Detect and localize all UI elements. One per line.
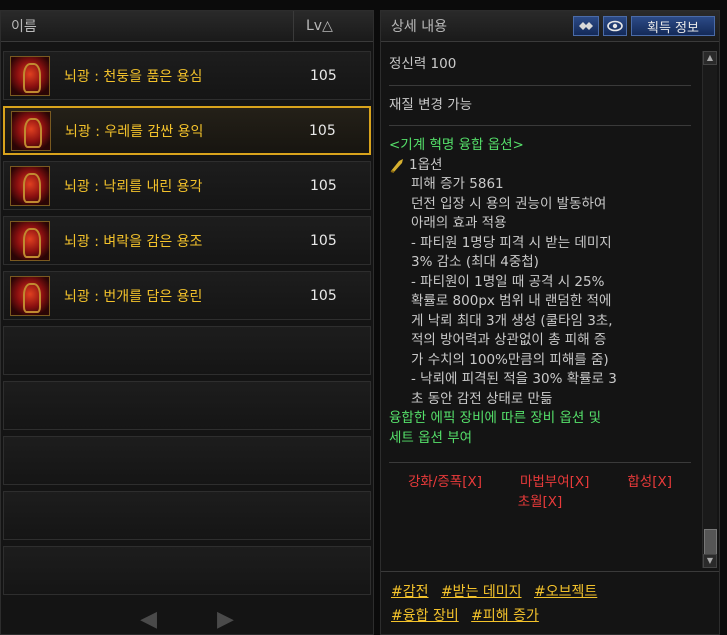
scroll-up-icon[interactable]: ▲ [703, 51, 717, 65]
eye-icon[interactable] [603, 16, 627, 36]
option-brush-icon [389, 157, 407, 174]
option-line: - 파티원 1명당 피격 시 받는 데미지 [411, 234, 612, 251]
enchant-restriction: 마법부여[X] [519, 474, 590, 490]
tag-link[interactable]: #감전 [391, 584, 429, 600]
item-thumbnail [10, 55, 50, 96]
item-name: 뇌광 : 우레를 감싼 용익 [65, 123, 204, 140]
list-item[interactable]: 뇌광 : 벼락을 감은 용조 105 [3, 216, 371, 265]
scroll-down-icon[interactable]: ▼ [703, 554, 717, 568]
tag-list: #감전 #받는 데미지 #오브젝트 #융합 장비 #피해 증가 [391, 580, 711, 628]
list-item[interactable]: 뇌광 : 천둥을 품은 용심 105 [3, 51, 371, 100]
divider [381, 571, 719, 572]
empty-slot [3, 546, 371, 595]
column-level-header[interactable]: Lv△ [293, 11, 373, 41]
transcend-restriction: 초월[X] [517, 493, 563, 510]
item-level: 105 [309, 122, 336, 139]
item-name: 뇌광 : 낙뢰를 내린 용각 [64, 178, 203, 195]
option-line: 3% 감소 (최대 4중첩) [411, 254, 539, 270]
option-line: - 낙뢰에 피격된 적을 30% 확률로 3 [411, 371, 617, 387]
empty-slot [3, 491, 371, 540]
item-level: 105 [310, 177, 337, 194]
pagination: ◀ ▶ [1, 607, 373, 632]
tag-link[interactable]: #오브젝트 [534, 584, 597, 600]
item-name: 뇌광 : 벼락을 감은 용조 [64, 233, 203, 250]
fusion-note: 융합한 에픽 장비에 따른 장비 옵션 및 [389, 410, 602, 426]
restriction-row: 강화/증폭[X] 마법부여[X] 합성[X] [389, 473, 691, 493]
empty-slot [3, 436, 371, 485]
prev-page-arrow-icon[interactable]: ◀ [140, 607, 157, 632]
list-item[interactable]: 뇌광 : 번개를 담은 용린 105 [3, 271, 371, 320]
item-list-panel: 이름 Lv△ 뇌광 : 천둥을 품은 용심 105 뇌광 : 우레를 감싼 용익… [0, 10, 374, 635]
option-line: 아래의 효과 적용 [411, 215, 507, 231]
option-line: 게 낙뢰 최대 3개 생성 (쿨타임 3초, [411, 312, 613, 329]
item-level: 105 [310, 232, 337, 249]
detail-scrollbar[interactable]: ▲ ▼ [702, 51, 717, 568]
column-name-header[interactable]: 이름 [1, 16, 293, 36]
list-header: 이름 Lv△ [1, 11, 373, 42]
item-list: 뇌광 : 천둥을 품은 용심 105 뇌광 : 우레를 감싼 용익 105 뇌광… [3, 51, 371, 601]
material-text: 재질 변경 가능 [389, 96, 473, 113]
option-title-row: 1옵션 [389, 156, 691, 176]
divider [389, 84, 691, 86]
fusion-header: <기계 혁명 융합 옵션> [389, 137, 524, 153]
item-level: 105 [310, 287, 337, 304]
item-thumbnail [10, 220, 50, 261]
detail-title: 상세 내용 [391, 19, 447, 35]
next-page-arrow-icon[interactable]: ▶ [217, 607, 234, 632]
detail-content: 정신력 100 재질 변경 가능 <기계 혁명 융합 옵션> 1옵션 피해 증가… [389, 51, 691, 564]
option-line: - 파티원이 1명일 때 공격 시 25% [411, 273, 605, 290]
item-name: 뇌광 : 번개를 담은 용린 [64, 288, 203, 305]
detail-panel: 상세 내용 획득 정보 정신력 100 재질 변경 가능 <기계 혁명 융합 옵… [380, 10, 720, 635]
item-thumbnail [10, 275, 50, 316]
detail-header: 상세 내용 획득 정보 [381, 11, 719, 42]
empty-slot [3, 326, 371, 375]
option-line: 초 동안 감전 상태로 만듦 [411, 390, 553, 407]
fusion-note: 세트 옵션 부여 [389, 429, 473, 446]
option-line: 적의 방어력과 상관없이 총 피해 증 [411, 332, 607, 348]
enhance-restriction: 강화/증폭[X] [407, 474, 482, 490]
compare-icon[interactable] [573, 16, 599, 36]
option-line: 가 수치의 100%만큼의 피해를 줌) [411, 351, 609, 368]
divider [389, 462, 691, 463]
list-item-selected[interactable]: 뇌광 : 우레를 감싼 용익 105 [3, 106, 371, 155]
acquire-info-button[interactable]: 획득 정보 [631, 16, 715, 36]
restriction-row-2: 초월[X] [389, 493, 691, 513]
item-name: 뇌광 : 천둥을 품은 용심 [64, 68, 203, 85]
option-line: 던전 입장 시 용의 권능이 발동하여 [411, 195, 607, 212]
option-title: 1옵션 [409, 156, 443, 173]
option-line: 피해 증가 5861 [411, 176, 504, 192]
item-level: 105 [310, 67, 337, 84]
tag-link[interactable]: #받는 데미지 [441, 584, 522, 600]
tag-link[interactable]: #융합 장비 [391, 608, 459, 624]
synth-restriction: 합성[X] [627, 474, 672, 490]
divider [389, 125, 691, 126]
option-line: 확률로 800px 범위 내 랜덤한 적에 [411, 293, 612, 309]
list-item[interactable]: 뇌광 : 낙뢰를 내린 용각 105 [3, 161, 371, 210]
tag-link[interactable]: #피해 증가 [471, 608, 539, 624]
item-thumbnail [11, 110, 51, 151]
item-thumbnail [10, 165, 50, 206]
empty-slot [3, 381, 371, 430]
stat-text: 정신력 100 [389, 56, 457, 72]
